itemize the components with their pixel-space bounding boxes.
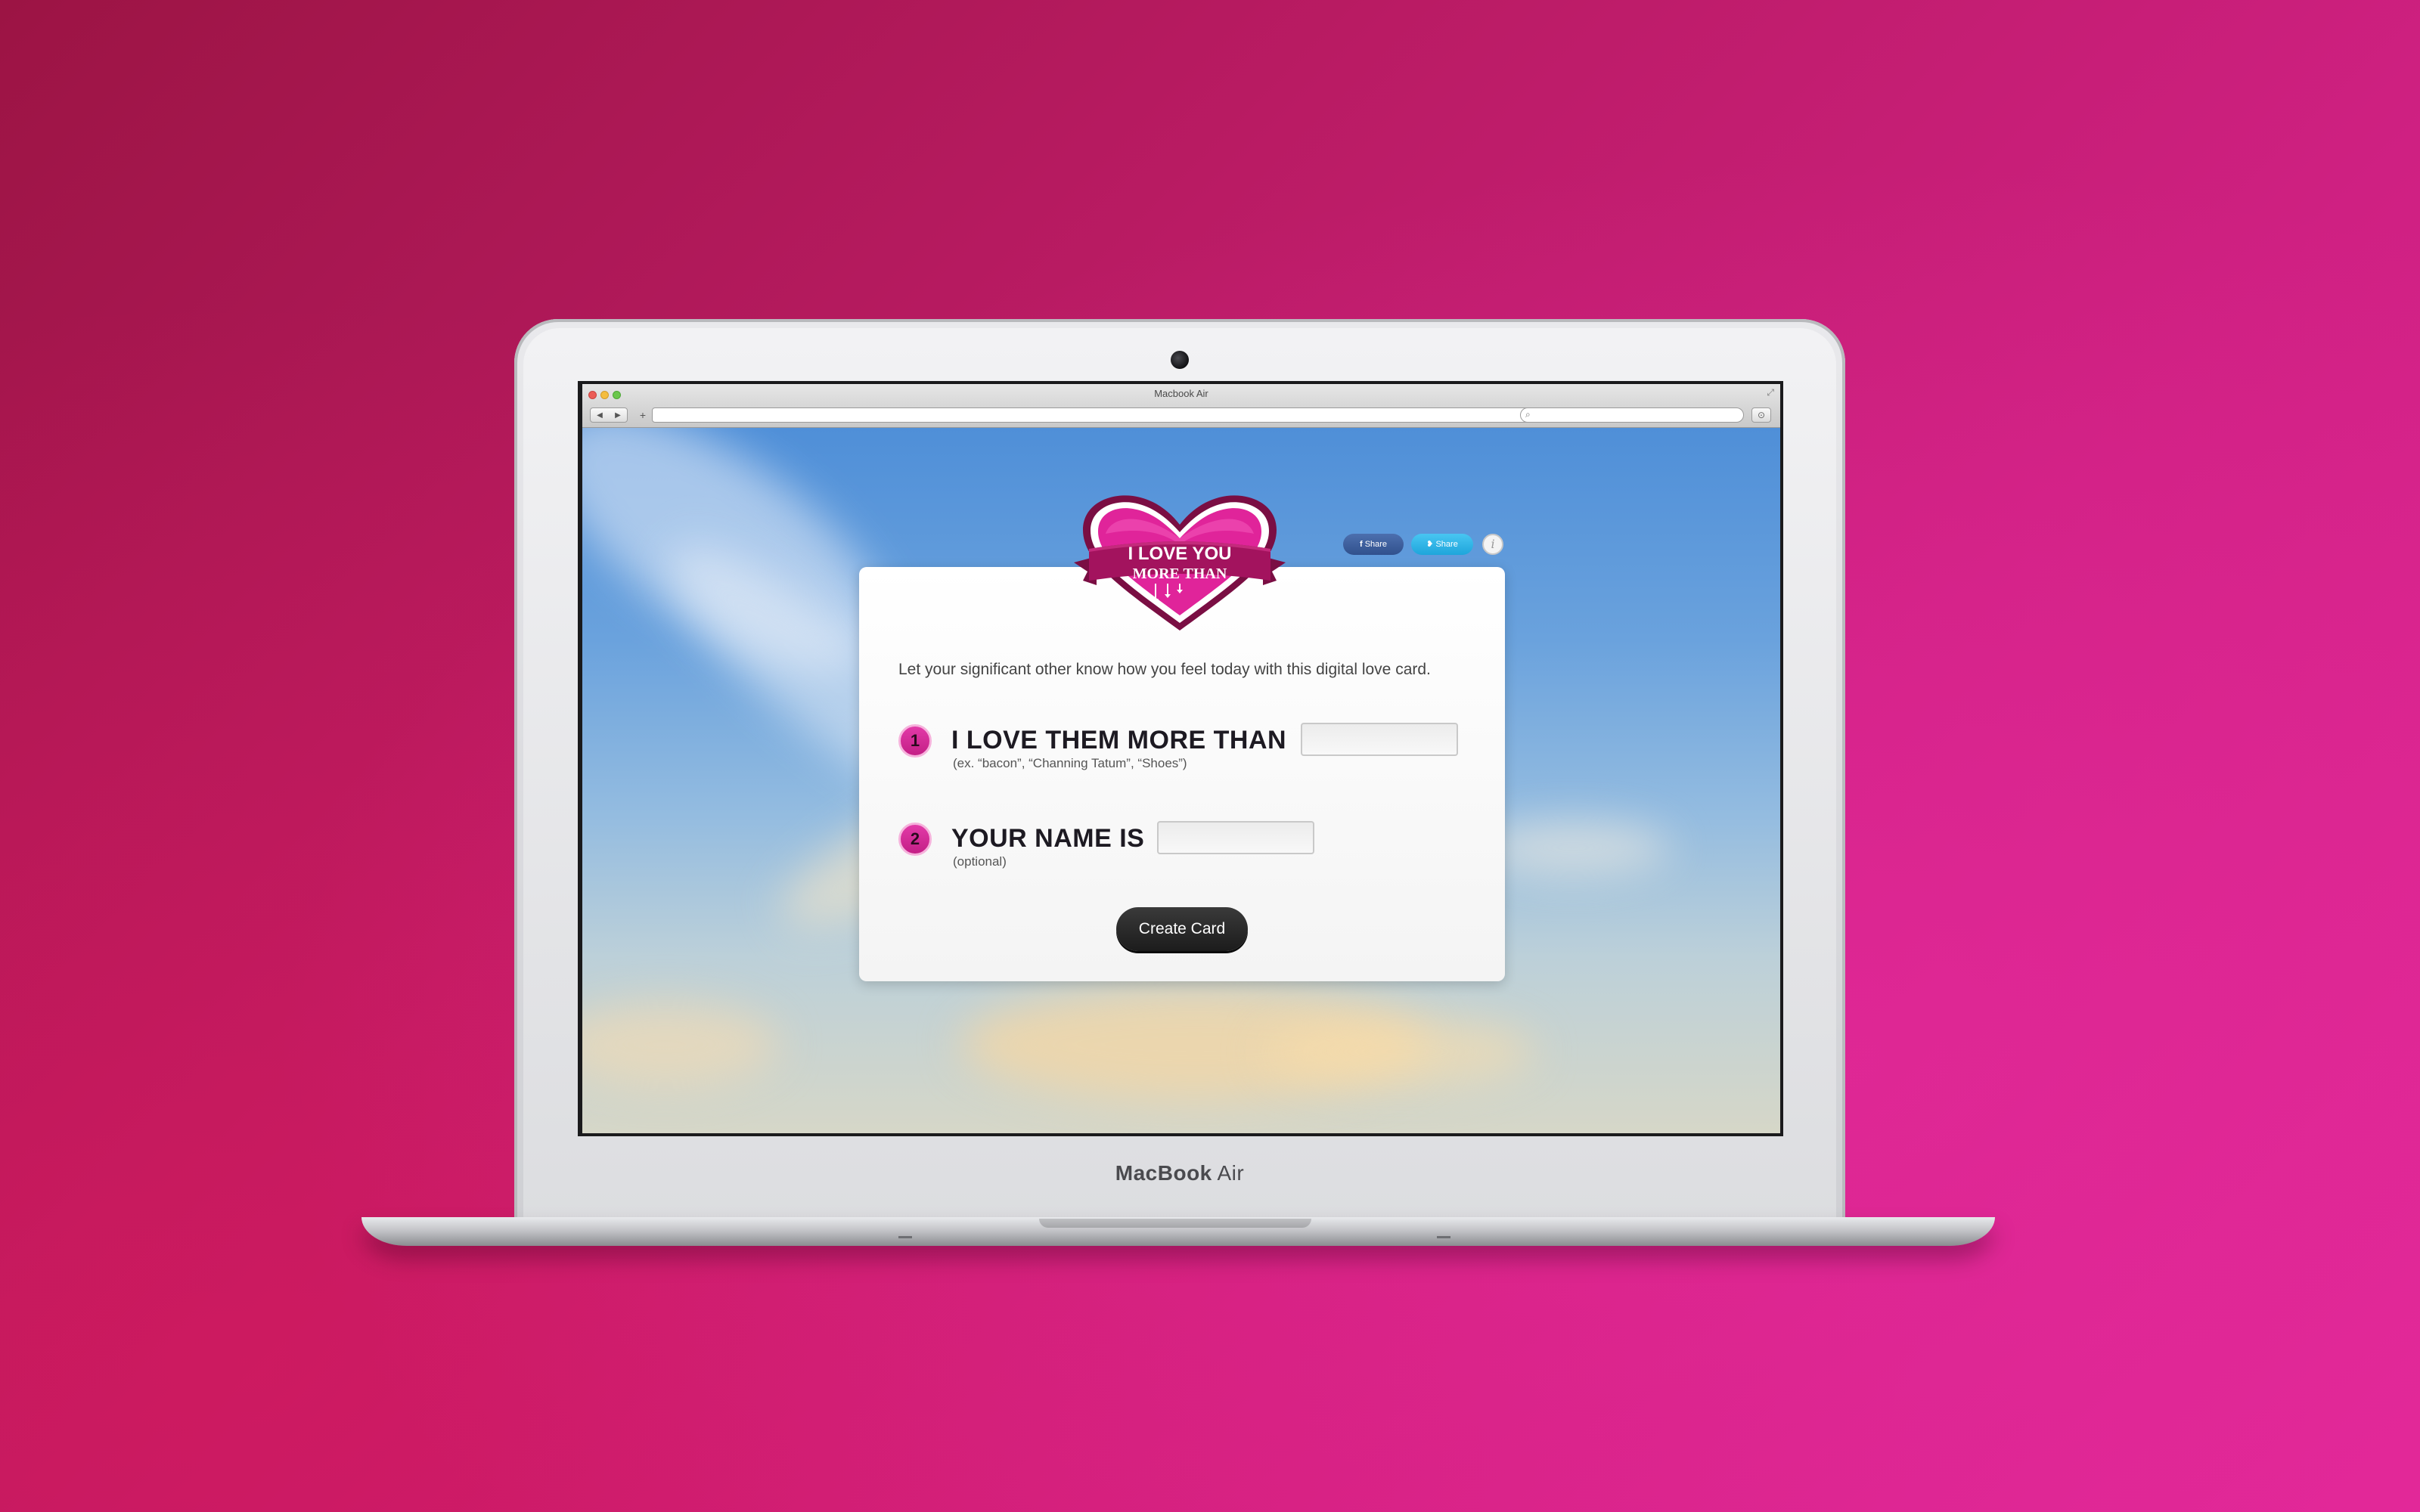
step-1-label: I LOVE THEM MORE THAN [951,726,1287,754]
forward-arrow-icon[interactable]: ▶ [615,411,621,420]
love-more-than-input[interactable] [1301,723,1458,756]
search-icon: ⌕ [1525,409,1531,420]
logo-line1: I LOVE YOU [1128,544,1232,564]
facebook-share-label: Share [1364,540,1388,549]
browser-toolbar: Macbook Air ⤢ ◀ ▶ + ↻ ⌕ ⊙ [582,384,1780,428]
back-arrow-icon[interactable]: ◀ [597,411,603,420]
address-bar[interactable]: ↻ [652,407,1576,423]
brand-bold: MacBook [1115,1161,1212,1185]
logo-line2: MORE THAN [1133,565,1227,582]
create-card-button[interactable]: Create Card [1116,907,1248,951]
laptop-opening-notch [1039,1219,1311,1228]
step-2-hint: (optional) [953,854,1007,869]
step-2-label: YOUR NAME IS [951,824,1145,853]
page-viewport: I LOVE YOU MORE THAN f Share ❥ Share i L… [582,428,1780,1133]
brand-light: Air [1212,1161,1245,1185]
step-1-hint: (ex. “bacon”, “Channing Tatum”, “Shoes”) [953,756,1187,770]
laptop-foot [1437,1236,1450,1238]
cloud-decoration [582,1002,779,1086]
intro-text: Let your significant other know how you … [898,661,1431,678]
laptop-foot [898,1236,912,1238]
camera-icon [1171,351,1189,369]
twitter-icon: ❥ [1426,540,1436,549]
cloud-decoration [1263,1018,1535,1086]
your-name-input[interactable] [1157,821,1314,854]
search-input[interactable]: ⌕ [1520,407,1744,423]
window-title: Macbook Air [1154,388,1208,399]
twitter-share-label: Share [1435,540,1458,549]
step-1-badge: 1 [898,724,932,758]
device-brand-label: MacBook Air [1066,1161,1293,1185]
facebook-icon: f [1359,540,1365,549]
new-tab-plus-icon[interactable]: + [635,407,650,423]
back-forward-buttons: ◀ ▶ [590,407,628,423]
info-icon[interactable]: i [1482,534,1503,555]
downloads-icon[interactable]: ⊙ [1751,407,1771,423]
facebook-share-button[interactable]: f Share [1343,534,1404,555]
heart-logo: I LOVE YOU MORE THAN [1066,488,1293,640]
laptop-screen: Macbook Air ⤢ ◀ ▶ + ↻ ⌕ ⊙ [582,384,1780,1133]
twitter-share-button[interactable]: ❥ Share [1411,534,1473,555]
step-2-badge: 2 [898,823,932,856]
fullscreen-icon[interactable]: ⤢ [1767,387,1774,398]
